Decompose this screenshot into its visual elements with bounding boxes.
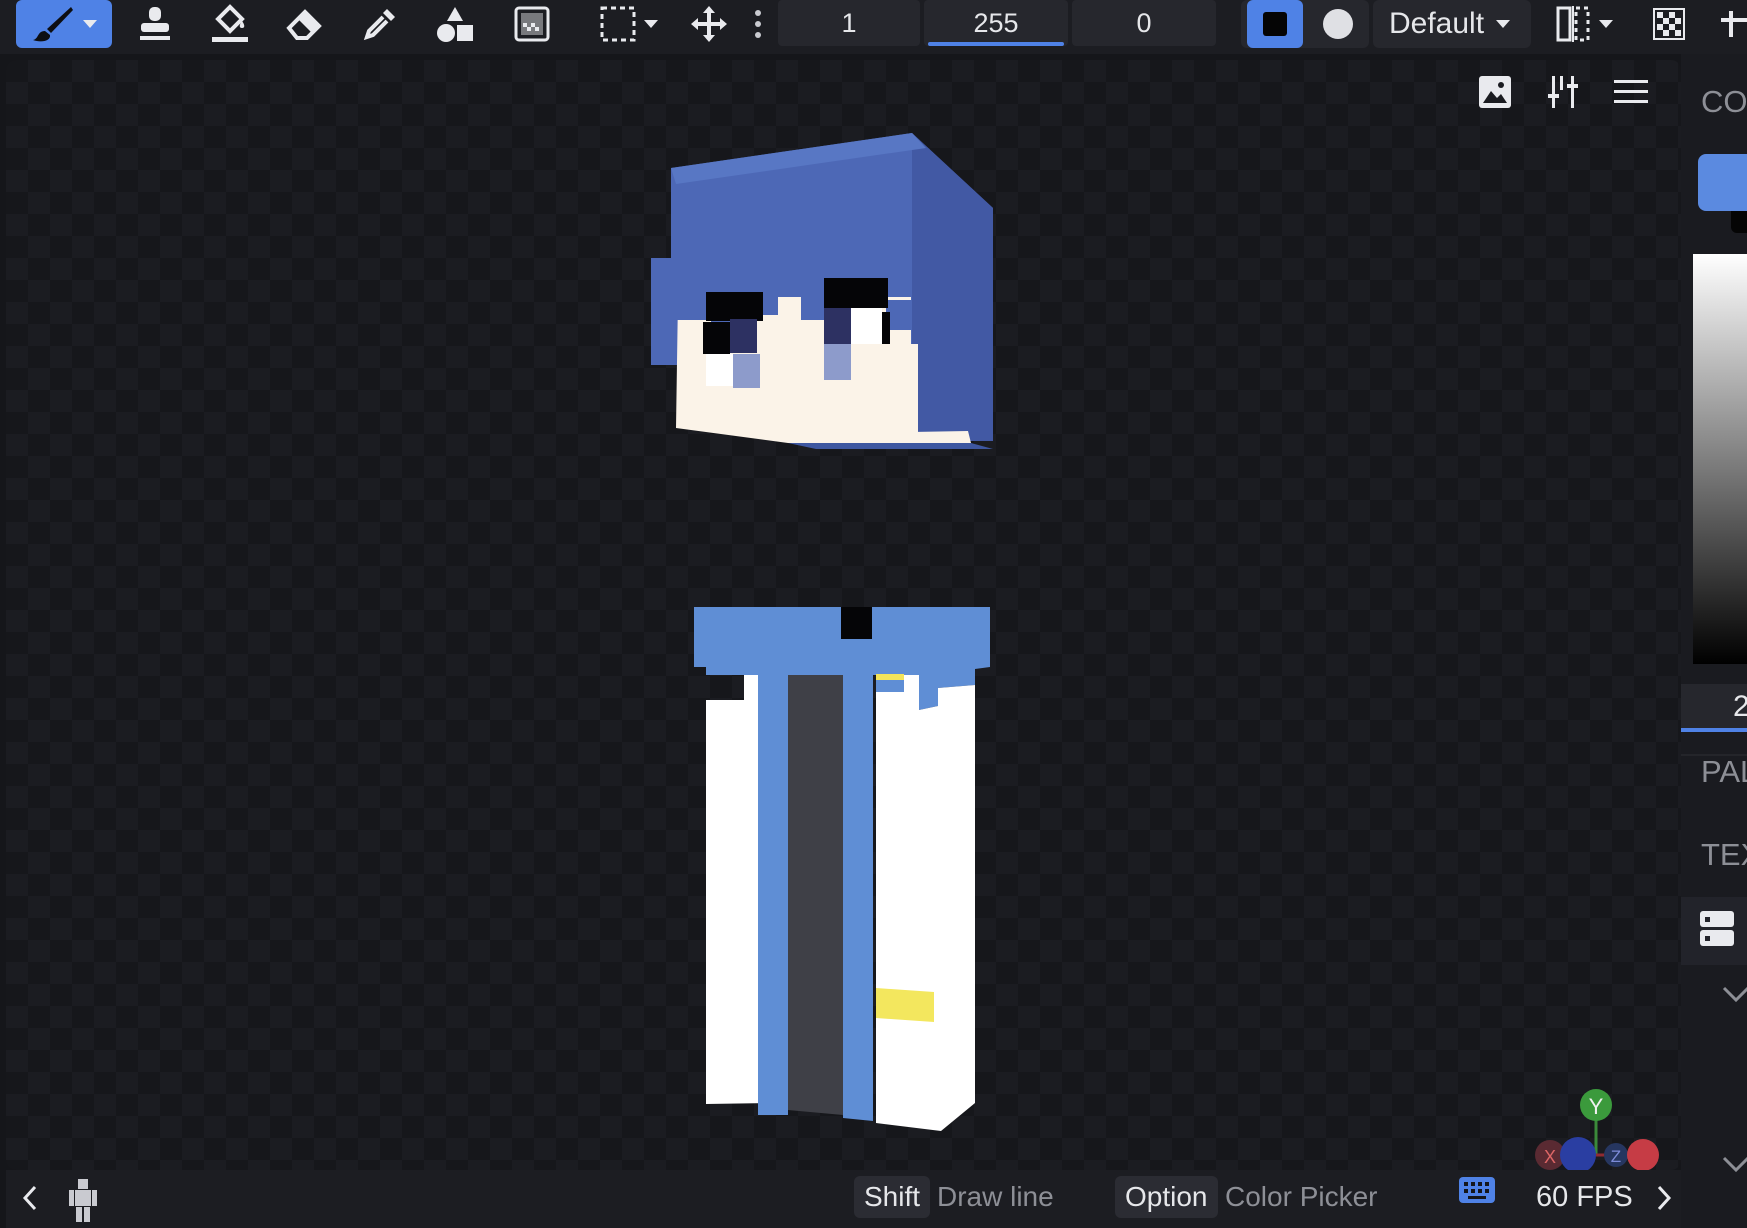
more-icon [754,9,762,39]
chevron-right-icon [1654,1185,1674,1216]
axis-x-positive-handle[interactable] [1627,1139,1659,1170]
noise-icon [514,6,550,42]
opacity-field[interactable]: 255 [924,0,1068,46]
model-head[interactable] [651,133,993,449]
layers-icon [1699,910,1735,953]
svg-text:X: X [1544,1147,1556,1167]
chevron-down-icon [644,20,658,28]
hardness-value: 0 [1136,7,1152,38]
overlay-grid-icon [1653,8,1685,40]
expand-chevron-icon[interactable] [1721,1154,1747,1184]
square-shape-button[interactable] [1247,0,1303,48]
blend-mode-value: Default [1389,7,1485,40]
hardness-field[interactable]: 0 [1072,0,1216,46]
svg-text:Z: Z [1611,1147,1621,1166]
keyboard-shortcuts-button[interactable] [1458,1176,1496,1209]
right-panel: COL 2 PAL TEX [1681,54,1747,1228]
color-value: 2 [1733,690,1747,723]
status-bar: Shift Draw line Option Color Picker 60 F… [6,1170,1681,1228]
shift-key-badge: Shift [854,1176,931,1218]
brush-tool-button[interactable] [16,0,112,48]
svg-text:Y: Y [1589,1094,1604,1119]
palette-panel-heading[interactable]: PAL [1701,754,1747,790]
shapes-tool-button[interactable] [430,0,480,48]
overlay-toggle-button[interactable] [1644,0,1694,48]
color-panel-heading[interactable]: COL [1701,84,1747,120]
model-torso[interactable] [694,607,990,1131]
bucket-icon [210,3,250,45]
keyboard-icon [1458,1177,1496,1208]
3d-viewport[interactable]: Y X Z [6,60,1681,1170]
expand-right-button[interactable] [1654,1184,1674,1217]
chevron-down-icon [1496,20,1511,28]
collapse-left-button[interactable] [20,1184,40,1217]
eyedropper-tool-button[interactable] [355,0,405,48]
color-picker-gradient[interactable] [1693,254,1747,664]
texture-panel-heading[interactable]: TEX [1701,837,1747,873]
brush-size-field[interactable]: 1 [778,0,920,46]
axis-z-handle[interactable]: Z [1604,1143,1628,1167]
noise-tool-button[interactable] [507,0,557,48]
axis-y-handle[interactable]: Y [1580,1089,1612,1121]
brush-icon [31,5,75,43]
brush-shape-group [1241,0,1369,48]
stamp-tool-button[interactable] [130,0,180,48]
round-shape-button[interactable] [1313,0,1363,48]
chevron-down-icon [83,20,97,28]
grid-icon [1720,9,1747,39]
bucket-tool-button[interactable] [205,0,255,48]
eyedropper-icon [361,5,399,43]
skin-model[interactable] [6,60,1681,1170]
person-icon [68,1179,98,1226]
stamp-icon [136,5,174,43]
texture-layers-button[interactable] [1681,897,1747,965]
option-key-badge: Option [1115,1176,1218,1218]
blend-mode-select[interactable]: Default [1373,0,1531,48]
move-tool-button[interactable] [684,0,734,48]
option-hint: Color Picker [1225,1181,1378,1212]
fps-counter: 60 FPS [1536,1181,1633,1213]
axis-neg-z-handle[interactable] [1560,1137,1596,1170]
opacity-value: 255 [973,7,1019,38]
eraser-icon [285,6,325,42]
move-icon [689,4,729,44]
more-options-button[interactable] [748,0,768,48]
square-icon [1263,12,1287,36]
grid-tool-button[interactable] [1720,0,1747,48]
shift-hint: Draw line [937,1181,1054,1212]
expand-chevron-icon[interactable] [1721,984,1747,1014]
axis-gizmo[interactable]: Y X Z [1526,1075,1666,1170]
shapes-icon [435,5,475,43]
mirror-icon [1555,4,1591,44]
mirror-button[interactable] [1548,0,1620,48]
model-pose-button[interactable] [68,1178,98,1227]
brush-size-value: 1 [841,7,857,38]
current-color-swatch[interactable] [1698,154,1747,211]
chevron-down-icon [1599,20,1613,28]
select-tool-button[interactable] [584,0,674,48]
color-value-field[interactable]: 2 [1681,684,1747,732]
secondary-color-swatch[interactable] [1731,211,1747,233]
chevron-left-icon [20,1185,40,1216]
eraser-tool-button[interactable] [280,0,330,48]
select-icon [600,6,636,42]
toolbar: 1 255 0 Default [0,0,1747,54]
circle-icon [1323,9,1353,39]
